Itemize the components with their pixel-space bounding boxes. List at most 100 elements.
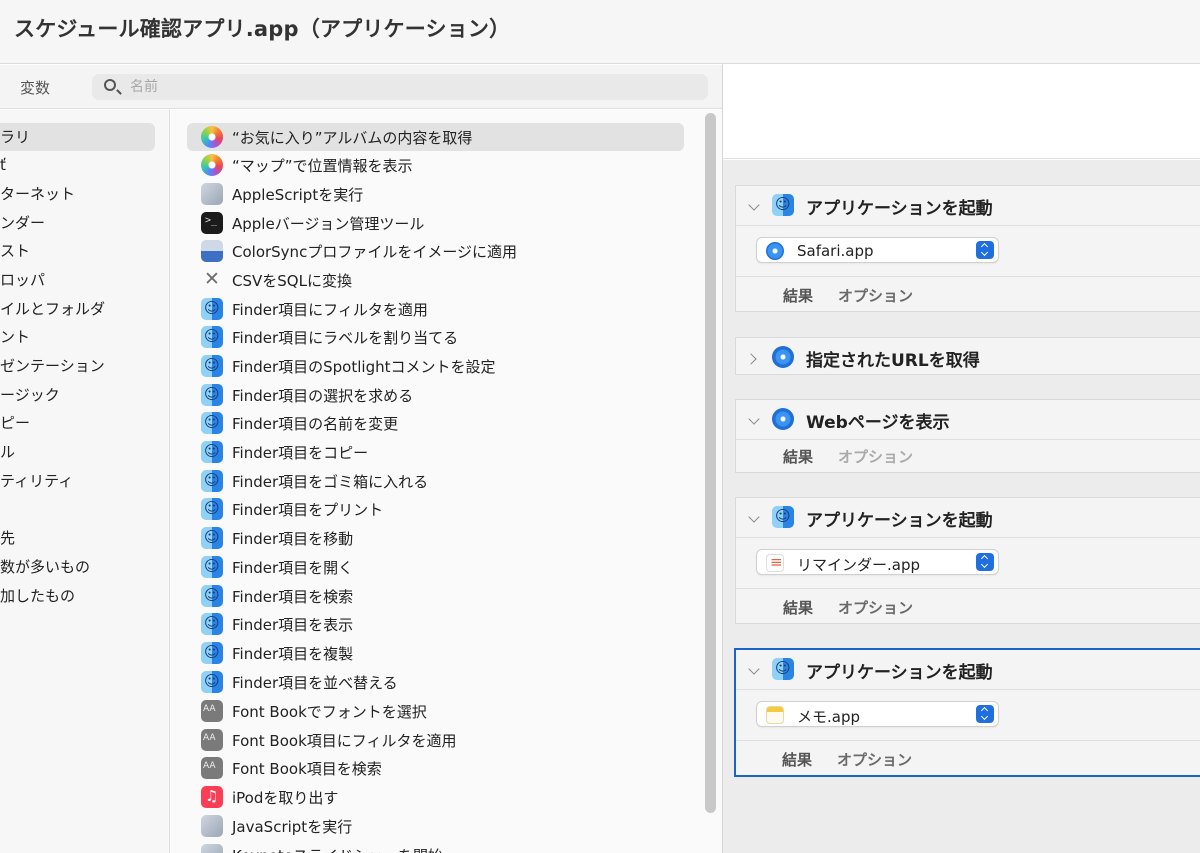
action-item[interactable]: AppleScriptを実行 [187,180,684,208]
action-item[interactable]: Finder項目のSpotlightコメントを設定 [187,352,684,380]
category-item-library[interactable]: ラリ [0,123,155,151]
photos-icon [201,154,223,176]
workflow-action-card[interactable]: Webページを表示 結果 オプション [735,399,1200,473]
action-label: Finder項目の選択を求める [232,387,414,405]
workflow-action-card[interactable]: 指定されたURLを取得 [735,337,1200,375]
action-item[interactable]: Finder項目を複製 [187,639,684,667]
collapse-chevron-icon[interactable] [748,199,760,211]
action-label: Finder項目をプリント [232,501,384,519]
action-label: Appleバージョン管理ツール [232,215,425,233]
collapse-chevron-icon[interactable] [748,511,760,523]
action-item[interactable]: CSVをSQLに変換 [187,266,684,294]
select-value: Safari.app [797,242,874,260]
action-item[interactable]: “マップ”で位置情報を表示 [187,151,684,179]
finder-icon [201,671,223,693]
action-item[interactable]: Finder項目をコピー [187,438,684,466]
options-tab[interactable]: オプション [837,749,912,770]
card-title: アプリケーションを起動 [806,663,993,683]
finder-icon [201,498,223,520]
card-title: Webページを表示 [806,413,950,433]
results-tab[interactable]: 結果 [783,597,813,618]
select-stepper-icon[interactable] [976,705,994,723]
collapse-chevron-icon[interactable] [748,413,760,425]
category-item[interactable]: ť [0,151,6,179]
results-tab[interactable]: 結果 [782,749,812,770]
action-item[interactable]: Finder項目をゴミ箱に入れる [187,467,684,495]
action-item[interactable]: Finder項目にフィルタを適用 [187,295,684,323]
workflow-header-area [723,65,1200,159]
category-item-calendar[interactable]: ンダー [0,209,45,237]
category-item-copy[interactable]: ピー [0,409,30,437]
safari-icon [772,408,794,430]
category-item-music[interactable]: ージック [0,381,60,409]
action-item[interactable]: Keynoteスライドショーを開始 [187,841,684,853]
action-label: Finder項目にラベルを割り当てる [232,329,459,347]
application-select[interactable]: メモ.app [756,701,999,727]
action-item[interactable]: Finder項目の名前を変更 [187,409,684,437]
action-item[interactable]: Finder項目の選択を求める [187,381,684,409]
results-tab[interactable]: 結果 [783,285,813,306]
safari-icon [772,346,794,368]
action-item[interactable]: Finder項目を並べ替える [187,668,684,696]
action-item[interactable]: Font Book項目にフィルタを適用 [187,726,684,754]
category-item-developer[interactable]: ロッパ [0,266,45,294]
action-item[interactable]: Finder項目を移動 [187,524,684,552]
category-item-fonts[interactable]: ント [0,323,30,351]
workflow-action-card[interactable]: アプリケーションを起動 リマインダー.app 結果 オプション [735,497,1200,624]
workflow-action-card[interactable]: アプリケーションを起動 Safari.app 結果 オプション [735,185,1200,312]
options-tab[interactable]: オプション [838,446,913,467]
finder-icon [201,412,223,434]
action-list-scrollbar[interactable] [705,113,716,813]
action-item[interactable]: Font Book項目を検索 [187,754,684,782]
action-item[interactable]: Font Bookでフォントを選択 [187,697,684,725]
select-value: メモ.app [797,708,861,726]
application-select[interactable]: Safari.app [756,237,999,263]
search-field[interactable] [92,74,708,100]
action-item[interactable]: iPodを取り出す [187,783,684,811]
finder-icon [772,194,794,216]
options-tab[interactable]: オプション [838,597,913,618]
category-item-files-folders[interactable]: イルとフォルダ [0,295,105,323]
action-item[interactable]: “お気に入り”アルバムの内容を取得 [187,123,684,151]
script-editor-icon [201,815,223,837]
select-stepper-icon[interactable] [976,241,994,259]
category-item-mail[interactable]: ル [0,438,15,466]
category-label: ージック [0,386,60,404]
category-item-internet[interactable]: ターネット [0,180,75,208]
category-label: ロッパ [0,271,46,289]
action-item[interactable]: Appleバージョン管理ツール [187,209,684,237]
finder-icon [201,326,223,348]
category-label: ル [0,443,16,461]
action-item[interactable]: Finder項目を検索 [187,582,684,610]
action-item[interactable]: Finder項目を開く [187,553,684,581]
action-item[interactable]: Finder項目を表示 [187,610,684,638]
font-book-icon [201,700,223,722]
category-item-presentations[interactable]: ゼンテーション [0,352,105,380]
category-label: ント [0,328,31,346]
finder-icon [201,470,223,492]
category-item-utilities[interactable]: ティリティ [0,467,73,495]
window-titlebar: スケジュール確認アプリ.app（アプリケーション） [0,0,1200,64]
category-item-recently-added[interactable]: 加したもの [0,582,75,610]
results-tab[interactable]: 結果 [783,446,813,467]
options-tab[interactable]: オプション [838,285,913,306]
category-label: スト [0,242,31,260]
search-input[interactable] [130,77,690,97]
variables-tab[interactable]: 変数 [20,77,50,98]
action-label: Font Book項目にフィルタを適用 [232,732,457,750]
application-select[interactable]: リマインダー.app [756,549,999,575]
select-stepper-icon[interactable] [976,553,994,571]
finder-icon [201,613,223,635]
action-item[interactable]: Finder項目をプリント [187,495,684,523]
action-item[interactable]: JavaScriptを実行 [187,812,684,840]
window-title: スケジュール確認アプリ.app（アプリケーション） [14,17,511,41]
expand-chevron-icon[interactable] [745,353,757,365]
category-item-most-used[interactable]: 数が多いもの [0,553,90,581]
finder-icon [201,642,223,664]
workflow-action-card-selected[interactable]: アプリケーションを起動 メモ.app 結果 オプション [734,648,1200,777]
category-item-text[interactable]: スト [0,237,30,265]
collapse-chevron-icon[interactable] [748,663,760,675]
action-item[interactable]: ColorSyncプロファイルをイメージに適用 [187,237,684,265]
action-item[interactable]: Finder項目にラベルを割り当てる [187,323,684,351]
category-item-recent[interactable]: 先 [0,524,15,552]
